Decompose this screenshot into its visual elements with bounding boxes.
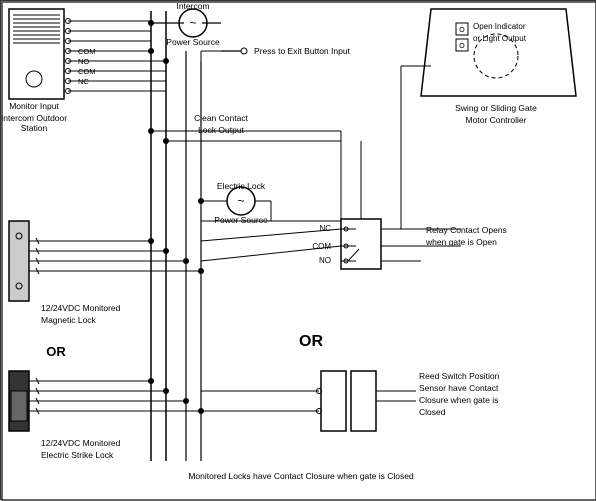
svg-text:~: ~ [237, 194, 244, 208]
svg-text:NO: NO [319, 256, 331, 265]
svg-text:COM: COM [312, 242, 331, 251]
wiring-diagram: Monitor Input COM NO COM NC Intercom Out… [0, 0, 596, 500]
svg-text:Magnetic Lock: Magnetic Lock [41, 315, 97, 325]
svg-text:12/24VDC Monitored: 12/24VDC Monitored [41, 303, 121, 313]
svg-text:Electric Lock: Electric Lock [217, 181, 266, 191]
svg-text:Power Source: Power Source [166, 37, 220, 47]
svg-text:Press to Exit Button Input: Press to Exit Button Input [254, 46, 351, 56]
svg-text:Clean Contact: Clean Contact [194, 113, 249, 123]
svg-text:OR: OR [299, 333, 323, 350]
svg-text:Relay Contact Opens: Relay Contact Opens [426, 225, 507, 235]
svg-text:O: O [459, 27, 465, 34]
svg-text:Lock Output: Lock Output [198, 125, 244, 135]
svg-text:Monitored Locks have Contact C: Monitored Locks have Contact Closure whe… [188, 471, 414, 481]
svg-text:Electric Strike Lock: Electric Strike Lock [41, 450, 114, 460]
svg-text:O: O [459, 43, 465, 50]
svg-text:Monitor Input: Monitor Input [9, 101, 59, 111]
svg-text:Intercom: Intercom [176, 1, 209, 11]
svg-text:Station: Station [21, 123, 48, 133]
svg-text:12/24VDC Monitored: 12/24VDC Monitored [41, 438, 121, 448]
svg-text:Closed: Closed [419, 407, 446, 417]
svg-text:Swing or Sliding Gate: Swing or Sliding Gate [455, 103, 537, 113]
svg-text:Reed Switch Position: Reed Switch Position [419, 371, 500, 381]
svg-text:Sensor have Contact: Sensor have Contact [419, 383, 499, 393]
svg-text:Open Indicator: Open Indicator [473, 22, 526, 31]
svg-text:OR: OR [46, 344, 66, 359]
svg-text:NC: NC [319, 224, 331, 233]
svg-text:Power Source: Power Source [214, 215, 268, 225]
svg-text:Intercom Outdoor: Intercom Outdoor [1, 113, 67, 123]
svg-text:Closure when gate is: Closure when gate is [419, 395, 498, 405]
svg-text:Motor Controller: Motor Controller [466, 115, 527, 125]
svg-text:or Light Output: or Light Output [473, 34, 527, 43]
svg-text:~: ~ [189, 16, 196, 30]
